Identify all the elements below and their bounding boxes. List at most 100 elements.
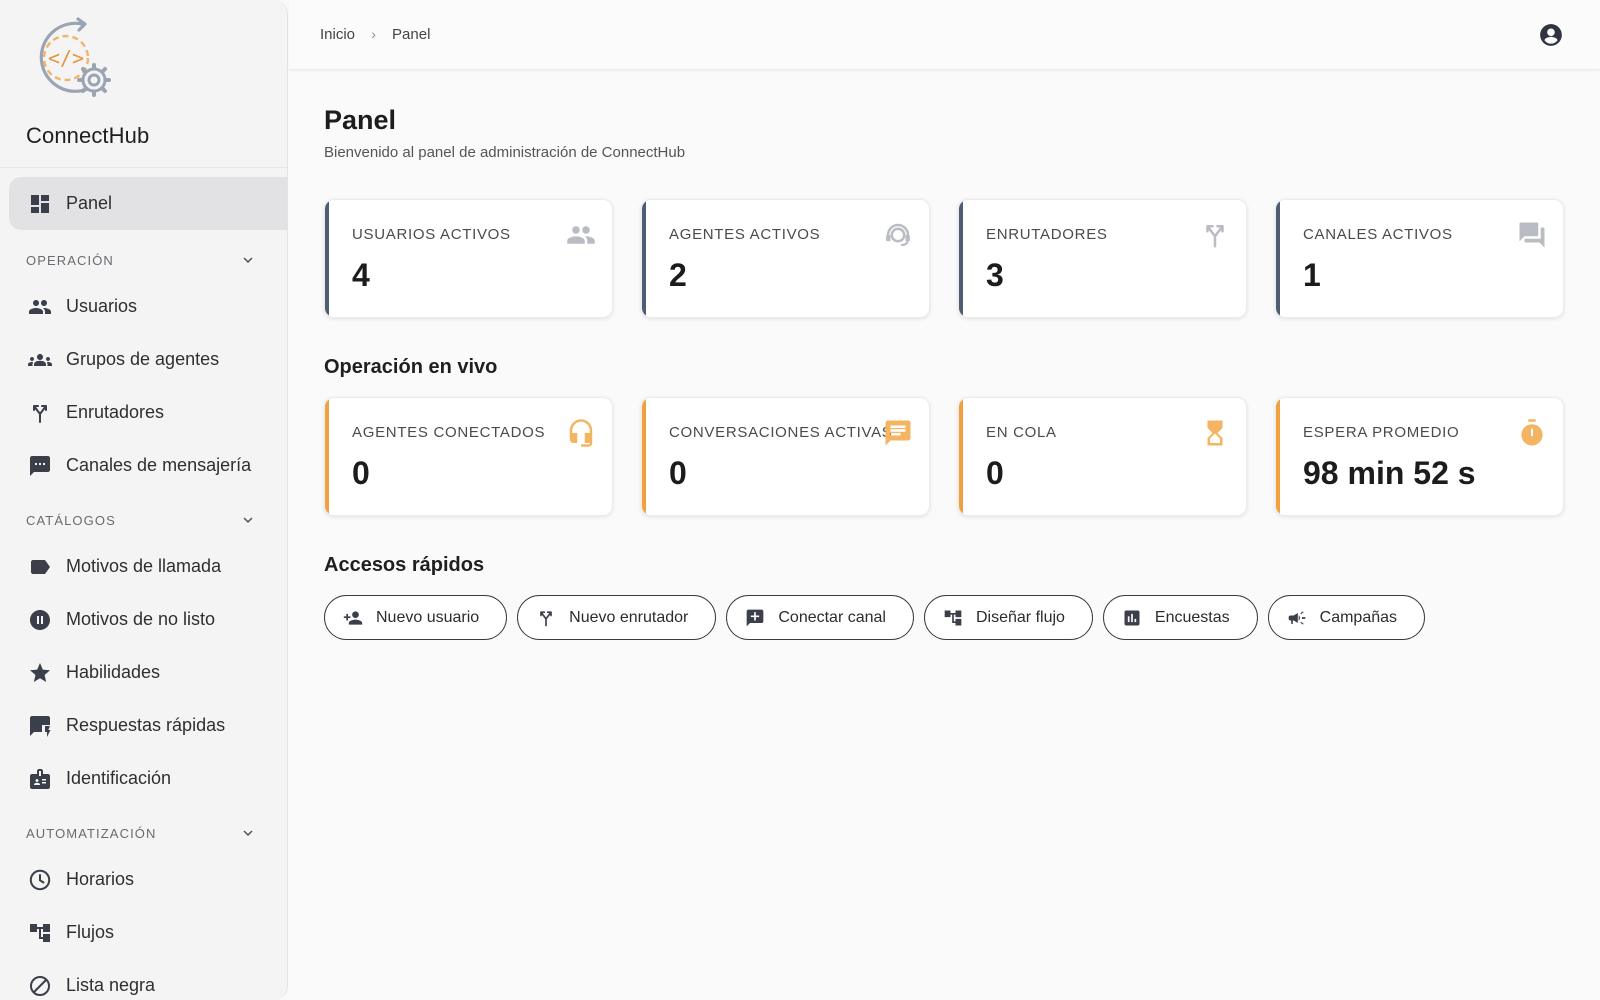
people-icon bbox=[28, 295, 52, 319]
sidebar: </> ConnectHub Panel OPERACIÓN Usuarios … bbox=[0, 0, 288, 1000]
groups-icon bbox=[28, 348, 52, 372]
live-value: 98 min 52 s bbox=[1303, 455, 1476, 491]
dashboard-icon bbox=[28, 192, 52, 216]
campanas-button[interactable]: Campañas bbox=[1267, 595, 1426, 640]
star-icon bbox=[28, 661, 52, 685]
brand-name: ConnectHub bbox=[26, 123, 150, 148]
sidebar-item-horarios[interactable]: Horarios bbox=[0, 853, 287, 906]
headset-icon bbox=[566, 418, 596, 448]
campaign-icon bbox=[1287, 608, 1307, 628]
forum-icon bbox=[1517, 220, 1547, 250]
quickreply-icon bbox=[28, 714, 52, 738]
button-label: Nuevo usuario bbox=[376, 608, 480, 626]
section-catalogos-toggle[interactable]: CATÁLOGOS bbox=[0, 500, 287, 540]
encuestas-button[interactable]: Encuestas bbox=[1102, 595, 1258, 640]
message-icon bbox=[883, 418, 913, 448]
stat-value: 3 bbox=[986, 257, 1004, 293]
router-icon bbox=[536, 608, 556, 628]
sidebar-item-label: Panel bbox=[66, 193, 113, 213]
stat-card-enrutadores: ENRUTADORES 3 bbox=[958, 199, 1247, 318]
app-root: </> ConnectHub Panel OPERACIÓN Usuarios … bbox=[0, 0, 1600, 1000]
block-icon bbox=[28, 974, 52, 998]
main-content: Panel Bienvenido al panel de administrac… bbox=[324, 70, 1564, 640]
sidebar-item-label: Habilidades bbox=[66, 662, 161, 682]
flow-icon bbox=[28, 921, 52, 945]
sidebar-item-label: Motivos de no listo bbox=[66, 609, 216, 629]
sidebar-item-enrutadores[interactable]: Enrutadores bbox=[0, 386, 287, 439]
hourglass-icon bbox=[1200, 418, 1230, 448]
section-title: CATÁLOGOS bbox=[26, 512, 116, 528]
sidebar-item-label: Enrutadores bbox=[66, 402, 165, 422]
live-card-en-cola: EN COLA 0 bbox=[958, 397, 1247, 516]
poll-icon bbox=[1122, 608, 1142, 628]
quick-section-title: Accesos rápidos bbox=[324, 554, 485, 576]
sidebar-item-label: Respuestas rápidas bbox=[66, 715, 226, 735]
sidebar-item-flujos[interactable]: Flujos bbox=[0, 906, 287, 959]
sidebar-item-panel[interactable]: Panel bbox=[9, 177, 287, 230]
live-value: 0 bbox=[352, 455, 370, 491]
nuevo-enrutador-button[interactable]: Nuevo enrutador bbox=[517, 595, 717, 640]
sidebar-item-motivos-de-no-listo[interactable]: Motivos de no listo bbox=[0, 593, 287, 646]
clock-icon bbox=[28, 868, 52, 892]
sidebar-item-canales-de-mensajeria[interactable]: Canales de mensajería bbox=[0, 439, 287, 492]
stat-card-usuarios-activos: USUARIOS ACTIVOS 4 bbox=[324, 199, 613, 318]
support-agent-icon bbox=[883, 220, 913, 250]
sidebar-item-label: Lista negra bbox=[66, 975, 156, 995]
section-operacion-toggle[interactable]: OPERACIÓN bbox=[0, 240, 287, 280]
stat-value: 4 bbox=[352, 257, 370, 293]
live-value: 0 bbox=[986, 455, 1004, 491]
router-icon bbox=[1200, 220, 1230, 250]
section-title: OPERACIÓN bbox=[26, 252, 114, 268]
live-value: 0 bbox=[669, 455, 687, 491]
sidebar-item-grupos-de-agentes[interactable]: Grupos de agentes bbox=[0, 333, 287, 386]
pause-icon bbox=[28, 608, 52, 632]
sidebar-item-label: Motivos de llamada bbox=[66, 556, 222, 576]
section-title: AUTOMATIZACIÓN bbox=[26, 825, 157, 841]
badge-icon bbox=[28, 767, 52, 791]
sidebar-nav: Panel OPERACIÓN Usuarios Grupos de agent… bbox=[0, 168, 287, 1000]
stats-cards: USUARIOS ACTIVOS 4 AGENTES ACTIVOS 2 ENR… bbox=[324, 199, 1564, 318]
logo-icon: </> bbox=[39, 17, 111, 97]
chevron-right-icon: › bbox=[371, 26, 376, 42]
live-section-title: Operación en vivo bbox=[324, 356, 498, 378]
sidebar-item-respuestas-rapidas[interactable]: Respuestas rápidas bbox=[0, 699, 287, 752]
stat-card-canales-activos: CANALES ACTIVOS 1 bbox=[1275, 199, 1564, 318]
disenar-flujo-button[interactable]: Diseñar flujo bbox=[923, 595, 1093, 640]
account-circle-icon[interactable] bbox=[1538, 22, 1564, 48]
label-icon bbox=[28, 555, 52, 579]
page-title: Panel bbox=[324, 105, 397, 135]
sidebar-item-label: Flujos bbox=[66, 922, 115, 942]
stat-value: 2 bbox=[669, 257, 687, 293]
sidebar-item-habilidades[interactable]: Habilidades bbox=[0, 646, 287, 699]
chevron-down-icon bbox=[243, 517, 253, 523]
live-card-espera-promedio: ESPERA PROMEDIO 98 min 52 s bbox=[1275, 397, 1564, 516]
button-label: Diseñar flujo bbox=[975, 608, 1065, 626]
brand: </> ConnectHub bbox=[0, 0, 287, 168]
sidebar-item-lista-negra[interactable]: Lista negra bbox=[0, 959, 287, 1000]
breadcrumb-home-link[interactable]: Inicio bbox=[320, 26, 355, 43]
conectar-canal-button[interactable]: Conectar canal bbox=[726, 595, 914, 640]
nuevo-usuario-button[interactable]: Nuevo usuario bbox=[324, 595, 508, 640]
sidebar-item-label: Usuarios bbox=[66, 296, 138, 316]
sidebar-item-usuarios[interactable]: Usuarios bbox=[0, 280, 287, 333]
live-card-conversaciones-activas: CONVERSACIONES ACTIVAS 0 bbox=[641, 397, 930, 516]
sidebar-item-identificacion[interactable]: Identificación bbox=[0, 752, 287, 805]
sidebar-item-label: Canales de mensajería bbox=[66, 455, 252, 475]
chat-icon bbox=[28, 454, 52, 478]
sidebar-item-label: Identificación bbox=[66, 768, 172, 788]
person-add-icon bbox=[343, 608, 363, 628]
sidebar-item-motivos-de-llamada[interactable]: Motivos de llamada bbox=[0, 540, 287, 593]
people-icon bbox=[566, 220, 596, 250]
add-box-icon bbox=[745, 608, 765, 628]
section-automatizacion-toggle[interactable]: AUTOMATIZACIÓN bbox=[0, 813, 287, 853]
quick-actions: Nuevo usuario Nuevo enrutador Conectar c… bbox=[324, 595, 1564, 640]
button-label: Encuestas bbox=[1154, 608, 1230, 626]
topbar: Inicio › Panel bbox=[289, 0, 1600, 70]
breadcrumb-current: Panel bbox=[392, 26, 431, 43]
flow-icon bbox=[943, 608, 963, 628]
router-icon bbox=[28, 401, 52, 425]
sidebar-item-label: Horarios bbox=[66, 869, 135, 889]
page-subtitle: Bienvenido al panel de administración de… bbox=[324, 144, 686, 161]
button-label: Campañas bbox=[1319, 608, 1398, 626]
